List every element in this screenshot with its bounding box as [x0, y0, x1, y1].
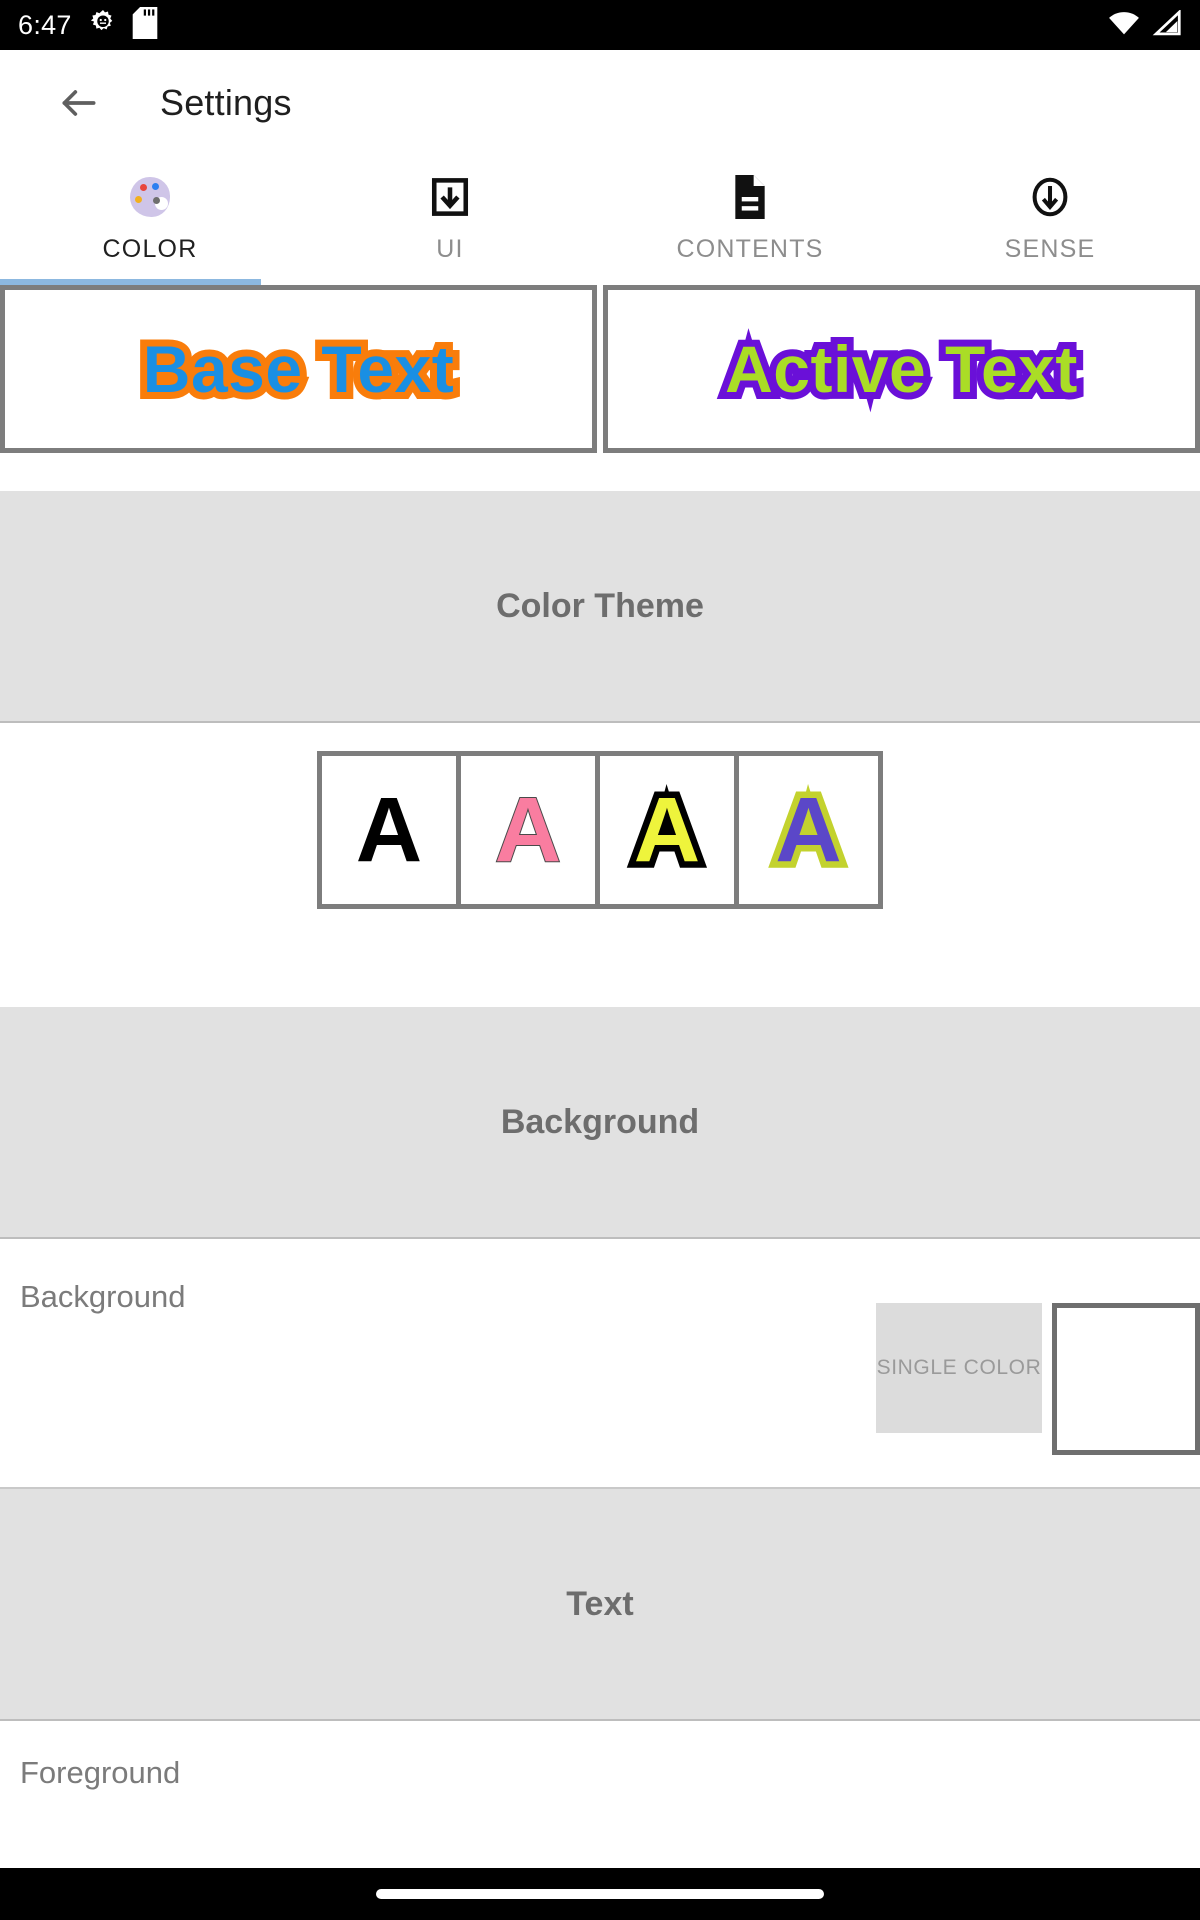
back-arrow-icon — [62, 89, 96, 116]
background-color-preview[interactable] — [1052, 1303, 1200, 1455]
background-setting-row[interactable]: Background SINGLE COLOR — [0, 1239, 1200, 1489]
section-title-text: Text — [566, 1584, 634, 1623]
cell-signal-icon — [1152, 8, 1182, 41]
theme-glyph: A — [494, 779, 562, 881]
circle-down-arrow-icon — [1028, 173, 1072, 221]
theme-swatch-black[interactable]: A — [322, 756, 461, 904]
tab-sense[interactable]: SENSE — [900, 155, 1200, 285]
active-text-preview[interactable]: Active Text — [603, 285, 1200, 453]
tab-label-ui: UI — [436, 235, 464, 263]
palette-icon — [130, 173, 170, 221]
status-bar: 6:47 — [0, 0, 1200, 50]
app-bar: Settings — [0, 50, 1200, 155]
android-gear-icon — [88, 8, 118, 43]
status-bar-clock: 6:47 — [18, 9, 72, 40]
section-title-background: Background — [500, 1102, 700, 1141]
tab-label-color: COLOR — [102, 235, 198, 263]
tab-label-sense: SENSE — [1004, 235, 1096, 263]
section-header-color-theme: Color Theme — [0, 491, 1200, 723]
foreground-row-label: Foreground — [0, 1721, 1200, 1791]
tab-color[interactable]: COLOR — [0, 155, 300, 285]
preview-strip: Base Text Active Text — [0, 285, 1200, 453]
spacer-after-preview — [0, 453, 1200, 491]
settings-screen: 6:47 Settings COLOR UI CONTENTS SENSE Ba… — [0, 0, 1200, 1920]
back-button[interactable] — [48, 72, 110, 134]
tab-bar: COLOR UI CONTENTS SENSE — [0, 155, 1200, 285]
download-box-icon — [429, 173, 471, 221]
section-header-text: Text — [0, 1489, 1200, 1721]
color-theme-swatches: A A A A — [317, 751, 883, 909]
spacer-after-themes — [0, 909, 1200, 1007]
theme-swatch-pink[interactable]: A — [461, 756, 600, 904]
sd-card-icon — [132, 6, 158, 44]
theme-swatch-purple-lime[interactable]: A — [739, 756, 878, 904]
color-theme-swatch-area: A A A A — [0, 723, 1200, 909]
theme-glyph: A — [627, 778, 707, 883]
single-color-chip[interactable]: SINGLE COLOR — [876, 1303, 1042, 1433]
tab-label-contents: CONTENTS — [676, 235, 824, 263]
status-bar-left-icons — [88, 6, 158, 44]
base-text-sample: Base Text — [136, 325, 461, 413]
theme-glyph: A — [769, 778, 849, 883]
base-text-preview[interactable]: Base Text — [0, 285, 597, 453]
tab-ui[interactable]: UI — [300, 155, 600, 285]
wifi-icon — [1108, 10, 1140, 41]
section-header-background: Background — [0, 1007, 1200, 1239]
section-title-color-theme: Color Theme — [496, 586, 704, 625]
background-row-controls: SINGLE COLOR — [876, 1303, 1200, 1455]
document-icon — [730, 173, 770, 221]
theme-glyph: A — [355, 779, 423, 881]
tab-contents[interactable]: CONTENTS — [600, 155, 900, 285]
home-gesture-pill[interactable] — [376, 1889, 824, 1899]
theme-swatch-yellow-black[interactable]: A — [600, 756, 739, 904]
active-text-sample: Active Text — [718, 325, 1084, 413]
tab-active-indicator — [0, 279, 261, 285]
background-row-label: Background — [20, 1279, 186, 1314]
status-bar-right-icons — [1108, 8, 1182, 41]
page-title: Settings — [160, 81, 292, 123]
system-nav-bar — [0, 1868, 1200, 1920]
